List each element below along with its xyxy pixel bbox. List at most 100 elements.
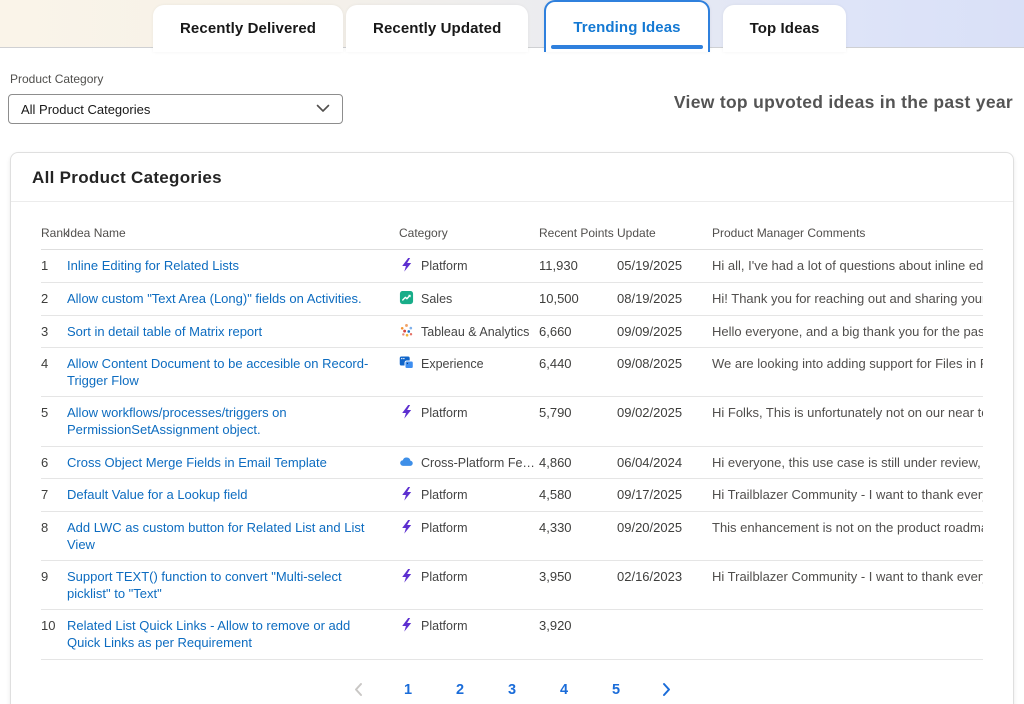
- idea-name-cell: Allow custom "Text Area (Long)" fields o…: [67, 291, 399, 308]
- update-date-cell: 09/20/2025: [617, 520, 712, 537]
- column-header-points: Recent Points: [539, 226, 617, 241]
- chevron-left-icon[interactable]: [353, 682, 364, 697]
- table-row: 4 Allow Content Document to be accesible…: [41, 348, 983, 397]
- idea-link[interactable]: Related List Quick Links - Allow to remo…: [67, 618, 350, 650]
- table-row: 9 Support TEXT() function to convert "Mu…: [41, 561, 983, 610]
- update-date-cell: 09/17/2025: [617, 487, 712, 504]
- table-row: 2 Allow custom "Text Area (Long)" fields…: [41, 283, 983, 316]
- column-header-idea: Idea Name: [67, 226, 399, 241]
- recent-points-cell: 6,440: [539, 356, 617, 373]
- analytics-sparkle-icon: [399, 324, 414, 338]
- pm-comment-cell: This enhancement is not on the product r…: [712, 520, 983, 537]
- product-category-select[interactable]: All Product Categories: [8, 94, 343, 124]
- category-cell: Tableau & Analytics: [399, 324, 539, 340]
- idea-link[interactable]: Cross Object Merge Fields in Email Templ…: [67, 455, 327, 470]
- recent-points-cell: 5,790: [539, 405, 617, 422]
- category-cell: Sales: [399, 291, 539, 307]
- cloud-icon: [399, 455, 414, 469]
- page-subtitle: View top upvoted ideas in the past year: [674, 92, 1013, 113]
- pm-comment-cell: Hi Trailblazer Community - I want to tha…: [712, 487, 983, 504]
- category-cell: Platform: [399, 569, 539, 585]
- pm-comment-cell: We are looking into adding support for F…: [712, 356, 983, 373]
- rank-cell: 6: [41, 455, 67, 472]
- idea-link[interactable]: Allow custom "Text Area (Long)" fields o…: [67, 291, 362, 306]
- recent-points-cell: 4,330: [539, 520, 617, 537]
- rank-cell: 5: [41, 405, 67, 422]
- platform-bolt-icon: [399, 618, 414, 632]
- platform-bolt-icon: [399, 405, 414, 419]
- category-cell: Experience: [399, 356, 539, 372]
- idea-name-cell: Related List Quick Links - Allow to remo…: [67, 618, 399, 651]
- category-label: Platform: [421, 618, 468, 634]
- category-label: Platform: [421, 405, 468, 421]
- chevron-right-icon[interactable]: [661, 682, 672, 697]
- tab-trending-ideas[interactable]: Trending Ideas: [544, 0, 709, 52]
- pm-comment-cell: Hi all, I've had a lot of questions abou…: [712, 258, 983, 275]
- table-header-row: Rank Idea Name Category Recent Points Up…: [41, 216, 983, 250]
- experience-windows-icon: [399, 356, 414, 370]
- rank-cell: 4: [41, 356, 67, 373]
- pm-comment-cell: Hello everyone, and a big thank you for …: [712, 324, 983, 341]
- rank-cell: 9: [41, 569, 67, 586]
- sales-chart-icon: [399, 291, 414, 305]
- update-date-cell: 09/02/2025: [617, 405, 712, 422]
- update-date-cell: 05/19/2025: [617, 258, 712, 275]
- recent-points-cell: 3,950: [539, 569, 617, 586]
- tab-top-ideas[interactable]: Top Ideas: [723, 5, 847, 52]
- page-2[interactable]: 2: [453, 682, 468, 698]
- table-row: 7 Default Value for a Lookup field Platf…: [41, 479, 983, 512]
- page-numbers: 1 2 3 4 5: [401, 682, 624, 698]
- recent-points-cell: 10,500: [539, 291, 617, 308]
- update-date-cell: 02/16/2023: [617, 569, 712, 586]
- table-row: 1 Inline Editing for Related Lists Platf…: [41, 250, 983, 283]
- page-1-active[interactable]: 1: [401, 682, 416, 698]
- idea-link[interactable]: Add LWC as custom button for Related Lis…: [67, 520, 364, 552]
- page-4[interactable]: 4: [557, 682, 572, 698]
- tab-recently-updated[interactable]: Recently Updated: [346, 5, 528, 52]
- product-category-label: Product Category: [10, 72, 103, 86]
- table-row: 6 Cross Object Merge Fields in Email Tem…: [41, 447, 983, 480]
- idea-link[interactable]: Allow workflows/processes/triggers on Pe…: [67, 405, 287, 437]
- platform-bolt-icon: [399, 520, 414, 534]
- pm-comment-cell: Hi! Thank you for reaching out and shari…: [712, 291, 983, 308]
- category-label: Platform: [421, 258, 468, 274]
- idea-link[interactable]: Allow Content Document to be accesible o…: [67, 356, 368, 388]
- column-header-category: Category: [399, 226, 539, 241]
- idea-name-cell: Cross Object Merge Fields in Email Templ…: [67, 455, 399, 472]
- idea-name-cell: Sort in detail table of Matrix report: [67, 324, 399, 341]
- ideas-card: All Product Categories Rank Idea Name Ca…: [10, 152, 1014, 704]
- idea-link[interactable]: Default Value for a Lookup field: [67, 487, 247, 502]
- column-header-comments: Product Manager Comments: [712, 226, 983, 241]
- pm-comment-cell: Hi Trailblazer Community - I want to tha…: [712, 569, 983, 586]
- category-label: Platform: [421, 487, 468, 503]
- category-label: Platform: [421, 569, 468, 585]
- ideas-table: Rank Idea Name Category Recent Points Up…: [41, 216, 983, 660]
- recent-points-cell: 4,860: [539, 455, 617, 472]
- tab-bar: Recently DeliveredRecently Updated Trendi…: [153, 0, 846, 52]
- column-header-update: Update: [617, 226, 712, 241]
- rank-cell: 10: [41, 618, 67, 635]
- idea-name-cell: Allow workflows/processes/triggers on Pe…: [67, 405, 399, 438]
- platform-bolt-icon: [399, 258, 414, 272]
- filter-section: Product Category All Product Categories …: [0, 48, 1024, 152]
- page-5[interactable]: 5: [609, 682, 624, 698]
- category-label: Cross-Platform Feat…: [421, 455, 539, 471]
- idea-name-cell: Support TEXT() function to convert "Mult…: [67, 569, 399, 602]
- update-date-cell: 08/19/2025: [617, 291, 712, 308]
- idea-link[interactable]: Sort in detail table of Matrix report: [67, 324, 262, 339]
- idea-name-cell: Add LWC as custom button for Related Lis…: [67, 520, 399, 553]
- recent-points-cell: 11,930: [539, 258, 617, 275]
- rank-cell: 7: [41, 487, 67, 504]
- table-row: 8 Add LWC as custom button for Related L…: [41, 512, 983, 561]
- recent-points-cell: 3,920: [539, 618, 617, 635]
- update-date-cell: 09/09/2025: [617, 324, 712, 341]
- page-3[interactable]: 3: [505, 682, 520, 698]
- tab-recently-delivered[interactable]: Recently Delivered: [153, 5, 343, 52]
- rank-cell: 3: [41, 324, 67, 341]
- category-cell: Platform: [399, 520, 539, 536]
- idea-link[interactable]: Support TEXT() function to convert "Mult…: [67, 569, 342, 601]
- idea-link[interactable]: Inline Editing for Related Lists: [67, 258, 239, 273]
- recent-points-cell: 4,580: [539, 487, 617, 504]
- recent-points-cell: 6,660: [539, 324, 617, 341]
- table-row: 3 Sort in detail table of Matrix report …: [41, 316, 983, 349]
